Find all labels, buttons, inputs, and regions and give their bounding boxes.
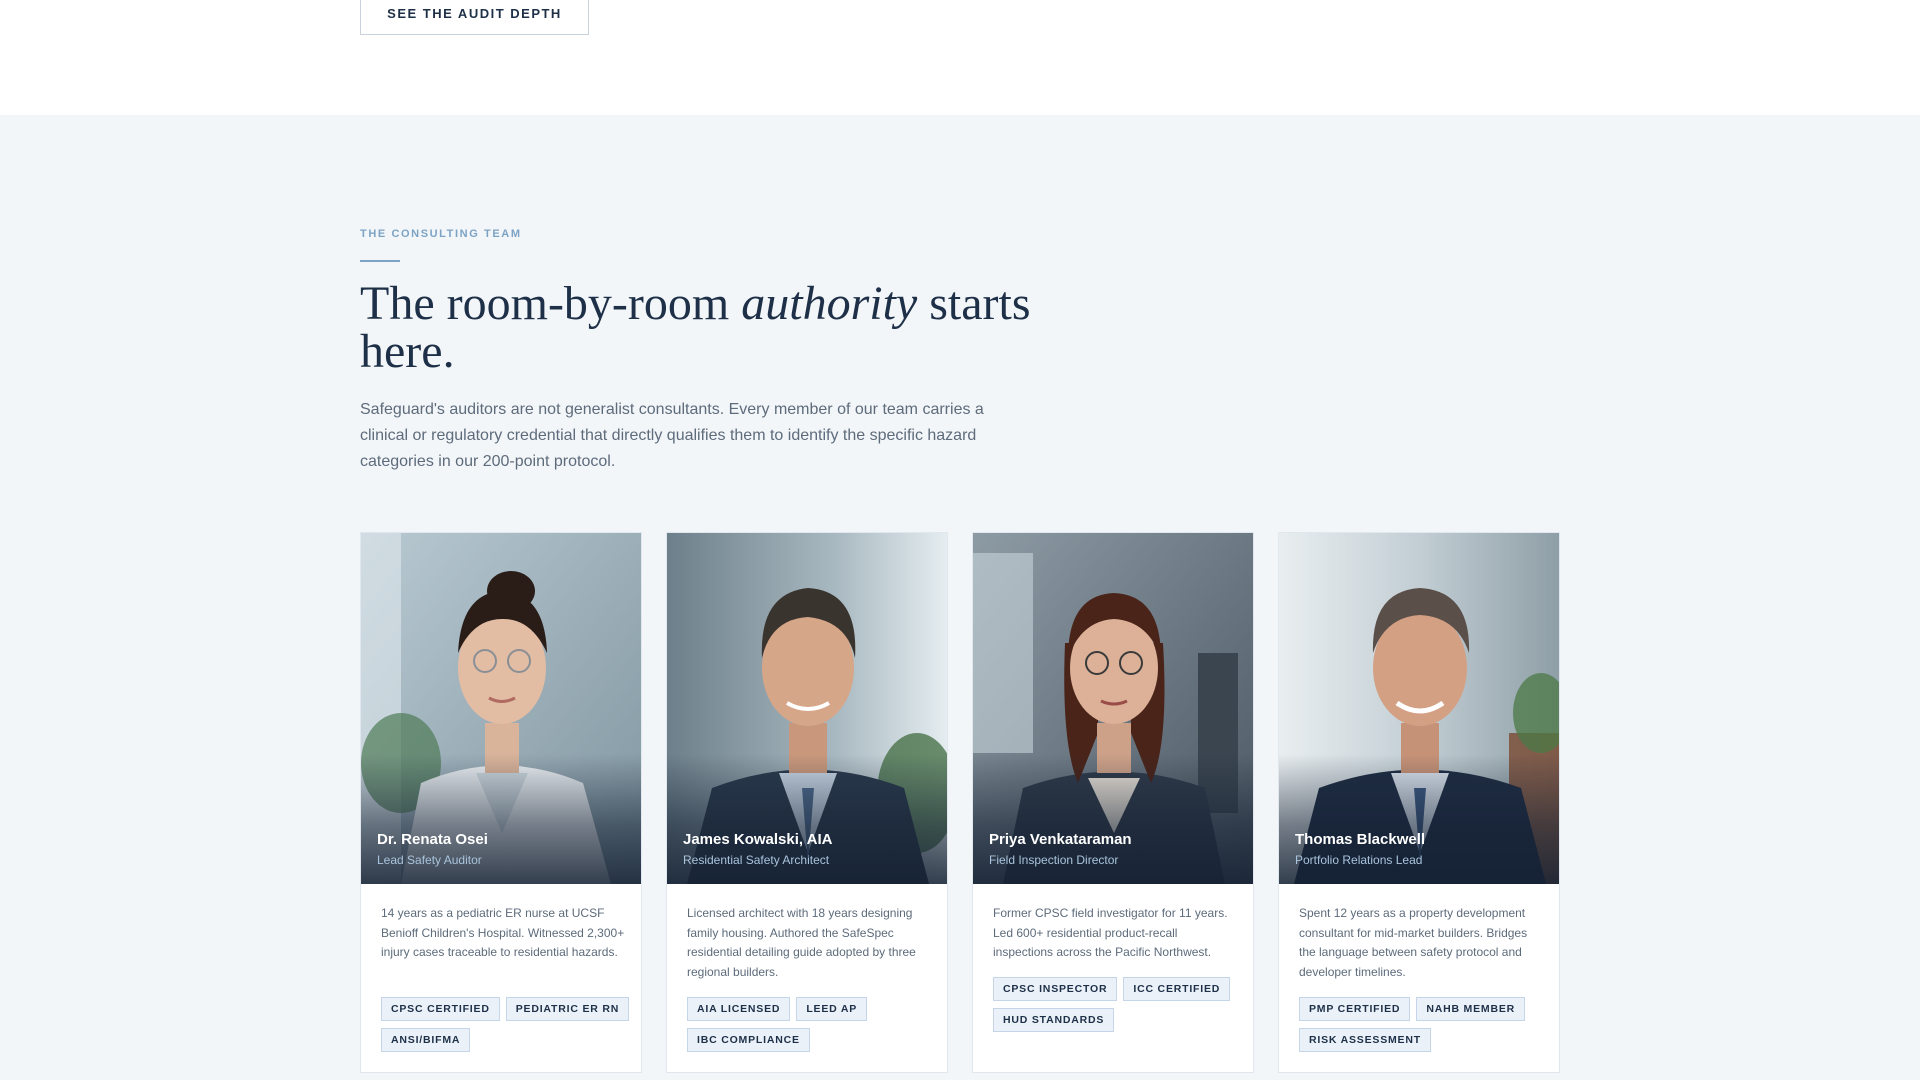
team-card-priya-venkataraman[interactable]: Priya Venkataraman Field Inspection Dire… [972, 532, 1254, 1073]
member-role: Field Inspection Director [989, 853, 1119, 867]
portrait-photo: Dr. Renata Osei Lead Safety Auditor [361, 533, 641, 884]
portrait-photo: James Kowalski, AIA Residential Safety A… [667, 533, 947, 884]
member-bio: 14 years as a pediatric ER nurse at UCSF… [381, 906, 625, 959]
credential-tag: HUD STANDARDS [993, 1008, 1115, 1032]
member-bio: Former CPSC field investigator for 11 ye… [993, 906, 1228, 959]
headline-emphasis: authority [741, 277, 918, 330]
team-card-thomas-blackwell[interactable]: Thomas Blackwell Portfolio Relations Lea… [1278, 532, 1560, 1073]
headline-text-start: The room-by-room [360, 277, 742, 330]
member-role: Portfolio Relations Lead [1295, 853, 1423, 867]
member-bio: Spent 12 years as a property development… [1299, 906, 1528, 979]
credential-tag: RISK ASSESSMENT [1299, 1028, 1431, 1052]
hero-section-bottom: SEE THE AUDIT DEPTH [0, 0, 1920, 115]
credential-tags: AIA LICENSED LEED AP IBC COMPLIANCE [687, 997, 937, 1052]
member-role: Lead Safety Auditor [377, 853, 482, 867]
credential-tag: ICC CERTIFIED [1123, 977, 1231, 1001]
credential-tag: PMP CERTIFIED [1299, 997, 1411, 1021]
credential-tags: CPSC CERTIFIED PEDIATRIC ER RN ANSI/BIFM… [381, 997, 631, 1052]
credential-tag: NAHB MEMBER [1416, 997, 1526, 1021]
section-eyebrow: THE CONSULTING TEAM [360, 228, 522, 240]
member-role: Residential Safety Architect [683, 853, 830, 867]
team-card-james-kowalski[interactable]: James Kowalski, AIA Residential Safety A… [666, 532, 948, 1073]
consulting-team-section [0, 115, 1920, 1080]
section-headline: The room-by-room authority starts here. [360, 280, 1080, 376]
member-name: James Kowalski, AIA [683, 831, 833, 848]
eyebrow-divider [360, 260, 400, 262]
credential-tags: CPSC INSPECTOR ICC CERTIFIED HUD STANDAR… [993, 977, 1243, 1032]
member-bio: Licensed architect with 18 years designi… [687, 906, 916, 979]
credential-tag: ANSI/BIFMA [381, 1028, 471, 1052]
credential-tag: LEED AP [796, 997, 868, 1021]
credential-tag: AIA LICENSED [687, 997, 791, 1021]
portrait-photo: Thomas Blackwell Portfolio Relations Lea… [1279, 533, 1559, 884]
credential-tag: CPSC CERTIFIED [381, 997, 500, 1021]
member-name: Thomas Blackwell [1295, 831, 1426, 848]
team-card-renata-osei[interactable]: Dr. Renata Osei Lead Safety Auditor 14 y… [360, 532, 642, 1073]
see-audit-depth-button[interactable]: SEE THE AUDIT DEPTH [360, 0, 589, 35]
credential-tag: IBC COMPLIANCE [687, 1028, 810, 1052]
portrait-photo: Priya Venkataraman Field Inspection Dire… [973, 533, 1253, 884]
credential-tag: CPSC INSPECTOR [993, 977, 1118, 1001]
section-intro: Safeguard's auditors are not generalist … [360, 401, 984, 470]
member-name: Priya Venkataraman [989, 831, 1132, 848]
credential-tag: PEDIATRIC ER RN [505, 997, 630, 1021]
credential-tags: PMP CERTIFIED NAHB MEMBER RISK ASSESSMEN… [1299, 997, 1549, 1052]
member-name: Dr. Renata Osei [377, 831, 488, 848]
